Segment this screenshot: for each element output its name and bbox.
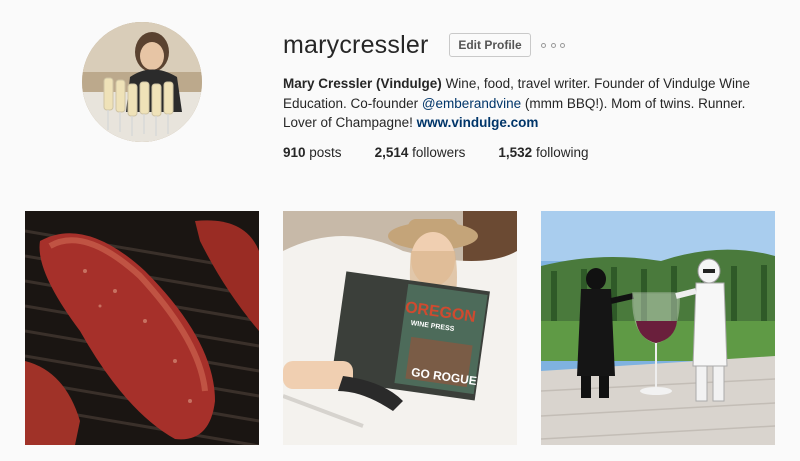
options-ellipsis-icon[interactable] — [541, 38, 565, 52]
ellipsis-dot — [560, 42, 565, 48]
profile-full-name: Mary Cressler (Vindulge) — [283, 76, 442, 91]
toy-figures-wine-photo — [541, 211, 775, 445]
post-thumbnail-1[interactable] — [25, 211, 259, 445]
ellipsis-dot — [550, 42, 556, 48]
profile-avatar[interactable] — [82, 22, 202, 142]
ellipsis-dot — [541, 42, 546, 48]
child-reading-photo: OREGON WINE PRESS GO ROGUE — [283, 211, 517, 445]
website-link[interactable]: www.vindulge.com — [417, 115, 539, 130]
posts-count: 910 posts — [283, 144, 342, 162]
posts-label: posts — [305, 145, 342, 160]
post-thumbnail-3[interactable] — [541, 211, 775, 445]
avatar-photo — [82, 22, 202, 142]
posts-number: 910 — [283, 145, 306, 160]
following-label: following — [532, 145, 589, 160]
profile-bio: Mary Cressler (Vindulge) Wine, food, tra… — [283, 74, 753, 133]
followers-number: 2,514 — [374, 145, 409, 160]
following-link[interactable]: 1,532 following — [498, 144, 588, 162]
grilled-meat-photo — [25, 211, 259, 445]
followers-link[interactable]: 2,514 followers — [375, 144, 466, 162]
following-number: 1,532 — [498, 145, 533, 160]
edit-profile-button[interactable]: Edit Profile — [449, 33, 531, 57]
followers-label: followers — [408, 145, 466, 160]
mention-link[interactable]: @emberandvine — [422, 96, 521, 111]
post-thumbnail-2[interactable]: OREGON WINE PRESS GO ROGUE — [283, 211, 517, 445]
profile-username: marycressler — [283, 31, 429, 59]
profile-stats: 910 posts 2,514 followers 1,532 followin… — [283, 144, 621, 162]
